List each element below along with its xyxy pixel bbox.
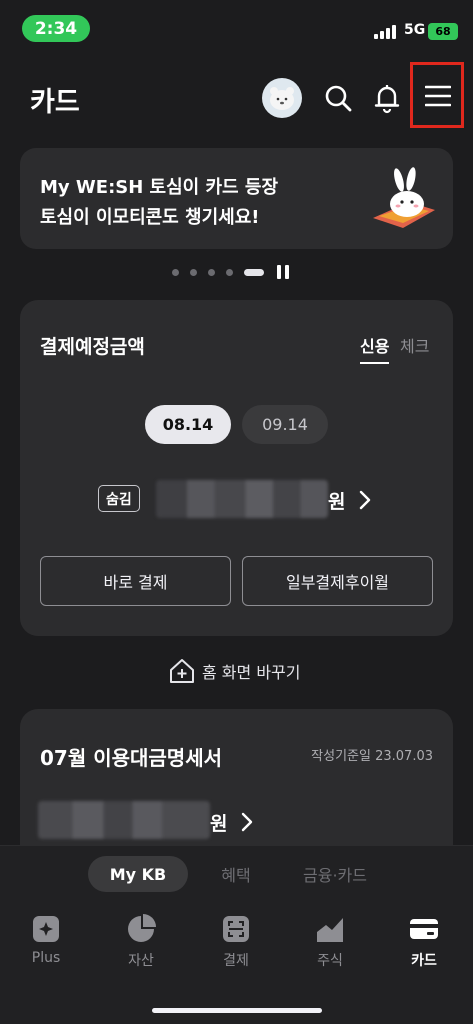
pagination-dot[interactable] bbox=[208, 268, 215, 276]
tab-check[interactable]: 체크 bbox=[400, 333, 429, 357]
page-title: 카드 bbox=[30, 87, 80, 118]
pagination-dot[interactable] bbox=[190, 268, 197, 276]
currency-label: 원 bbox=[328, 491, 346, 513]
hidden-statement-amount bbox=[38, 801, 210, 839]
tab-assets[interactable]: 자산 bbox=[111, 914, 171, 970]
chevron-right-icon[interactable] bbox=[358, 489, 372, 515]
search-icon[interactable] bbox=[322, 82, 354, 114]
pay-now-button[interactable]: 바로 결제 bbox=[40, 556, 231, 606]
tab-assets-label: 자산 bbox=[128, 953, 154, 969]
banner-line-1: My WE:SH 토심이 카드 등장 bbox=[40, 177, 279, 198]
date-chip-selected[interactable]: 08.14 bbox=[145, 405, 231, 444]
banner-line-2: 토심이 이모티콘도 챙기세요! bbox=[40, 207, 260, 228]
statement-date: 작성기준일 23.07.03 bbox=[311, 749, 433, 764]
chart-icon bbox=[317, 918, 343, 942]
tab-plus[interactable]: Plus bbox=[16, 914, 76, 966]
segment-finance-card[interactable]: 금융·카드 bbox=[290, 856, 380, 892]
home-change-label: 홈 화면 바꾸기 bbox=[202, 663, 301, 682]
battery-icon: 68 bbox=[428, 23, 458, 40]
pie-chart-icon bbox=[128, 914, 156, 942]
bunny-illustration-icon bbox=[369, 166, 439, 236]
bell-icon[interactable] bbox=[371, 82, 403, 114]
partial-pay-button[interactable]: 일부결제후이월 bbox=[242, 556, 433, 606]
payment-card: 결제예정금액 신용 체크 08.14 09.14 숨김 원 바로 결제 일부결제… bbox=[20, 300, 453, 636]
chevron-right-icon[interactable] bbox=[240, 811, 254, 837]
hidden-amount bbox=[156, 480, 328, 518]
tab-stocks-label: 주식 bbox=[317, 953, 343, 969]
statement-currency: 원 bbox=[210, 813, 228, 835]
status-bar: 2:34 5G 68 bbox=[0, 0, 473, 56]
hide-badge[interactable]: 숨김 bbox=[98, 485, 140, 512]
bottom-navigation: My KB 혜택 금융·카드 Plus 자산 결제 주식 카드 bbox=[0, 845, 473, 1024]
home-indicator bbox=[152, 1008, 322, 1013]
signal-icon bbox=[374, 25, 396, 39]
hamburger-icon bbox=[425, 85, 451, 107]
home-add-icon bbox=[170, 659, 194, 683]
tab-plus-label: Plus bbox=[31, 950, 61, 966]
segment-mykb[interactable]: My KB bbox=[88, 856, 188, 892]
statement-title: 07월 이용대금명세서 bbox=[40, 746, 222, 770]
tab-payment-label: 결제 bbox=[223, 953, 249, 969]
tab-card-label: 카드 bbox=[411, 953, 437, 969]
tab-payment[interactable]: 결제 bbox=[206, 914, 266, 970]
payment-title: 결제예정금액 bbox=[40, 336, 145, 358]
banner-pagination bbox=[172, 265, 289, 279]
card-icon bbox=[410, 919, 438, 939]
menu-button[interactable] bbox=[410, 62, 464, 128]
tab-credit[interactable]: 신용 bbox=[360, 333, 390, 364]
pagination-dot[interactable] bbox=[226, 268, 233, 276]
home-change-link[interactable]: 홈 화면 바꾸기 bbox=[168, 658, 301, 684]
status-time: 2:34 bbox=[22, 15, 90, 42]
pagination-dot-active[interactable] bbox=[244, 268, 264, 276]
plus-sparkle-icon bbox=[33, 916, 59, 942]
header: 카드 bbox=[0, 62, 473, 130]
pause-icon[interactable] bbox=[277, 265, 289, 279]
pagination-dot[interactable] bbox=[172, 268, 179, 276]
tab-stocks[interactable]: 주식 bbox=[300, 914, 360, 970]
segment-benefit[interactable]: 혜택 bbox=[206, 856, 266, 892]
avatar[interactable] bbox=[262, 78, 302, 118]
tab-bar: Plus 자산 결제 주식 카드 bbox=[0, 914, 473, 974]
tab-card[interactable]: 카드 bbox=[394, 914, 454, 970]
network-label: 5G bbox=[404, 22, 426, 38]
scan-icon bbox=[223, 916, 249, 942]
promo-banner[interactable]: My WE:SH 토심이 카드 등장 토심이 이모티콘도 챙기세요! bbox=[20, 148, 453, 249]
date-chip[interactable]: 09.14 bbox=[242, 405, 328, 444]
